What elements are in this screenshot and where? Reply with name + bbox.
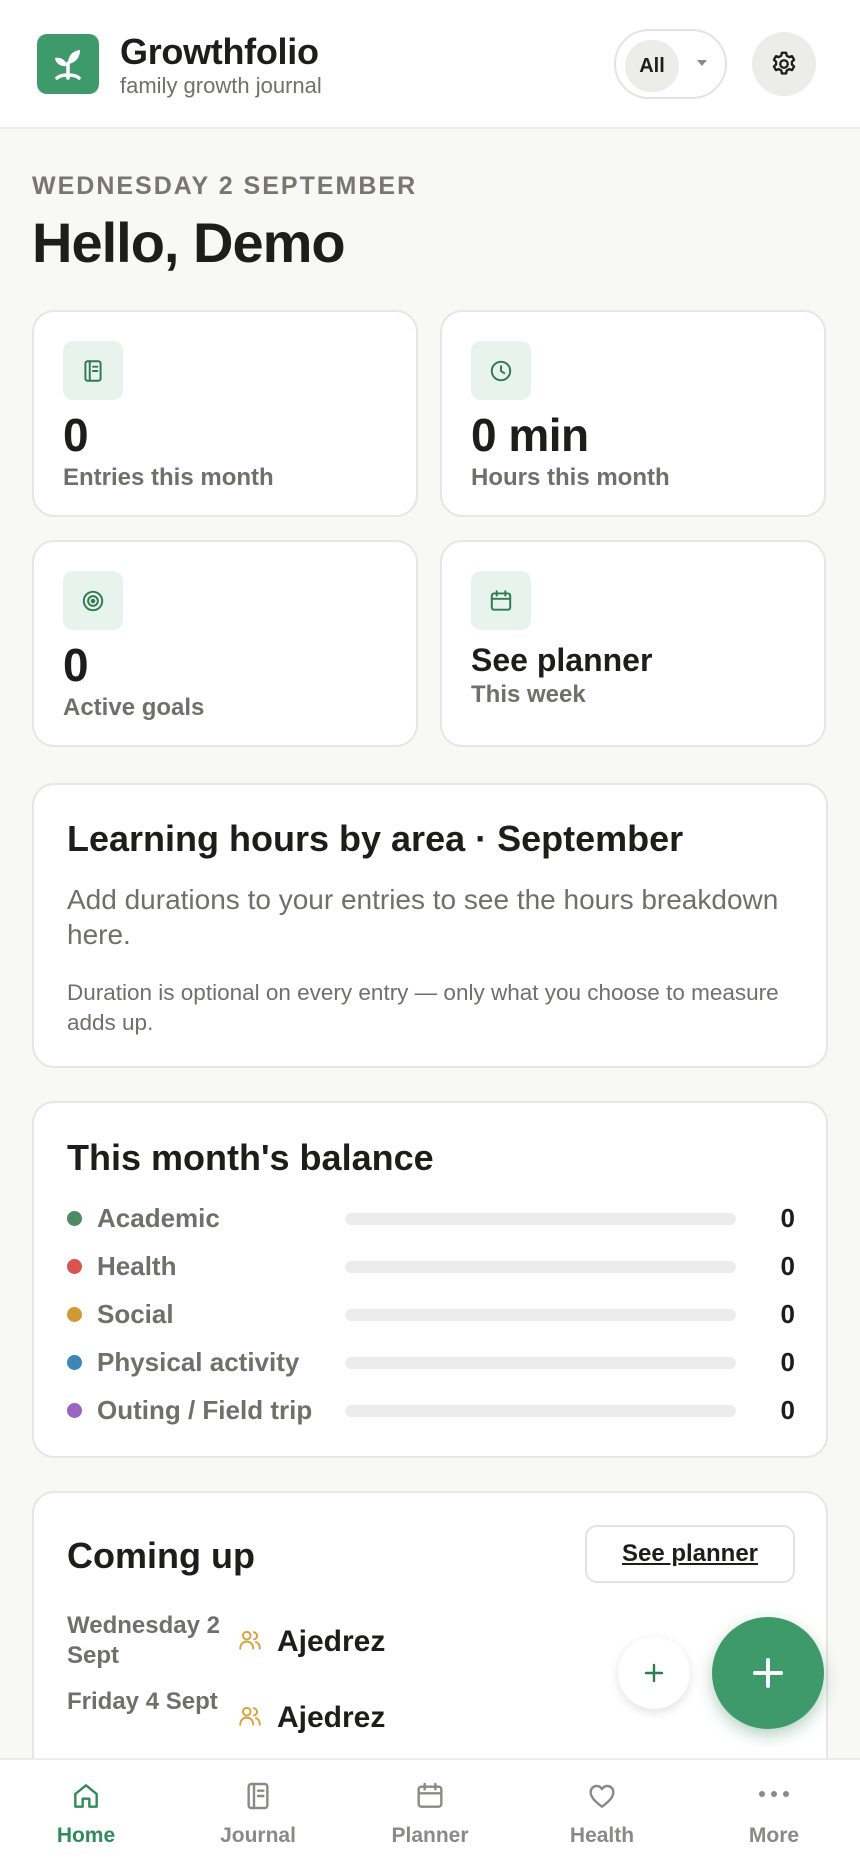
coming-up-title: Coming up (67, 1535, 255, 1576)
entries-stat-card[interactable]: 0 Entries this month (32, 310, 418, 517)
balance-bar-track (345, 1357, 736, 1369)
balance-title: This month's balance (67, 1137, 434, 1178)
tab-more[interactable]: More (688, 1760, 860, 1864)
event-date: Friday 4 Sept (67, 1688, 218, 1715)
balance-bar-track (345, 1405, 736, 1417)
hours-by-area-card: Learning hours by area · September Add d… (32, 783, 828, 1068)
tab-planner[interactable]: Planner (344, 1760, 516, 1864)
event-title: Ajedrez (277, 1701, 386, 1734)
balance-count: 0 (780, 1251, 795, 1281)
tab-journal-label: Journal (220, 1824, 296, 1847)
tab-home[interactable]: Home (0, 1760, 172, 1864)
balance-label: Social (97, 1299, 174, 1329)
entries-label: Entries this month (63, 464, 274, 491)
tab-health-label: Health (569, 1824, 635, 1847)
hours-by-area-empty-message: Add durations to your entries to see the… (67, 884, 779, 950)
planner-title: See planner (471, 642, 653, 678)
academic-dot (67, 1211, 82, 1226)
tab-planner-label: Planner (391, 1824, 469, 1847)
balance-bar-track (345, 1213, 736, 1225)
monthly-balance-card: This month's balance Academic 0 Health 0… (32, 1101, 828, 1458)
balance-label: Physical activity (97, 1347, 300, 1377)
quick-add-button[interactable] (618, 1637, 690, 1709)
balance-bar-track (345, 1309, 736, 1321)
greeting-heading: Hello, Demo (32, 211, 346, 274)
home-icon (74, 1784, 98, 1808)
event-date: Wednesday 2 Sept (67, 1612, 220, 1669)
goals-count: 0 (63, 639, 89, 691)
balance-label: Academic (97, 1203, 220, 1233)
see-planner-button[interactable]: See planner (585, 1525, 795, 1583)
sprout-icon (37, 34, 99, 94)
entries-count: 0 (63, 409, 89, 461)
hours-by-area-note: Duration is optional on every entry — on… (67, 980, 779, 1035)
outing-dot (67, 1403, 82, 1418)
health-dot (67, 1259, 82, 1274)
balance-count: 0 (780, 1395, 795, 1425)
hours-count: 0 min (471, 409, 589, 461)
event-title: Ajedrez (277, 1625, 386, 1658)
calendar-icon (471, 571, 531, 630)
target-icon (63, 571, 123, 630)
heart-icon (589, 1784, 615, 1808)
balance-row-health: Health 0 (67, 1251, 827, 1281)
people-icon (239, 1706, 261, 1726)
balance-count: 0 (780, 1203, 795, 1233)
tab-more-label: More (748, 1824, 800, 1847)
balance-label: Outing / Field trip (97, 1395, 313, 1425)
hours-label: Hours this month (471, 464, 670, 491)
chevron-down-icon (697, 60, 707, 66)
goals-stat-card[interactable]: 0 Active goals (32, 540, 418, 747)
calendar-icon (417, 1782, 443, 1808)
social-dot (67, 1307, 82, 1322)
bottom-navigation: Home Journal Planner Health More (0, 1758, 860, 1864)
filter-value: All (625, 40, 679, 92)
balance-row-outing: Outing / Field trip 0 (67, 1395, 827, 1425)
settings-button[interactable] (752, 32, 816, 96)
people-icon (239, 1630, 261, 1650)
app-header: Growthfolio family growth journal All (0, 0, 860, 129)
plus-icon (753, 1658, 783, 1688)
gear-icon (772, 51, 796, 75)
child-filter-dropdown[interactable]: All (614, 29, 727, 99)
balance-row-social: Social 0 (67, 1299, 827, 1329)
current-date: WEDNESDAY 2 SEPTEMBER (32, 172, 418, 200)
app-title: Growthfolio (120, 31, 319, 72)
physical-activity-dot (67, 1355, 82, 1370)
journal-icon (247, 1782, 269, 1810)
planner-subtitle: This week (471, 681, 586, 708)
clock-icon (471, 341, 531, 400)
tab-home-label: Home (56, 1824, 116, 1847)
app-tagline: family growth journal (120, 73, 322, 98)
goals-label: Active goals (63, 694, 205, 721)
journal-icon (63, 341, 123, 400)
tab-health[interactable]: Health (516, 1760, 688, 1864)
balance-bar-track (345, 1261, 736, 1273)
hours-stat-card[interactable]: 0 min Hours this month (440, 310, 826, 517)
balance-label: Health (97, 1251, 177, 1281)
balance-count: 0 (780, 1299, 795, 1329)
hours-by-area-title: Learning hours by area · September (67, 818, 684, 859)
planner-stat-card[interactable]: See planner This week (440, 540, 826, 747)
plus-icon (644, 1663, 664, 1683)
balance-row-academic: Academic 0 (67, 1203, 827, 1233)
add-entry-fab[interactable] (712, 1617, 824, 1729)
more-dots-icon (759, 1791, 789, 1797)
tab-journal[interactable]: Journal (172, 1760, 344, 1864)
balance-row-physical-activity: Physical activity 0 (67, 1347, 827, 1377)
balance-count: 0 (780, 1347, 795, 1377)
